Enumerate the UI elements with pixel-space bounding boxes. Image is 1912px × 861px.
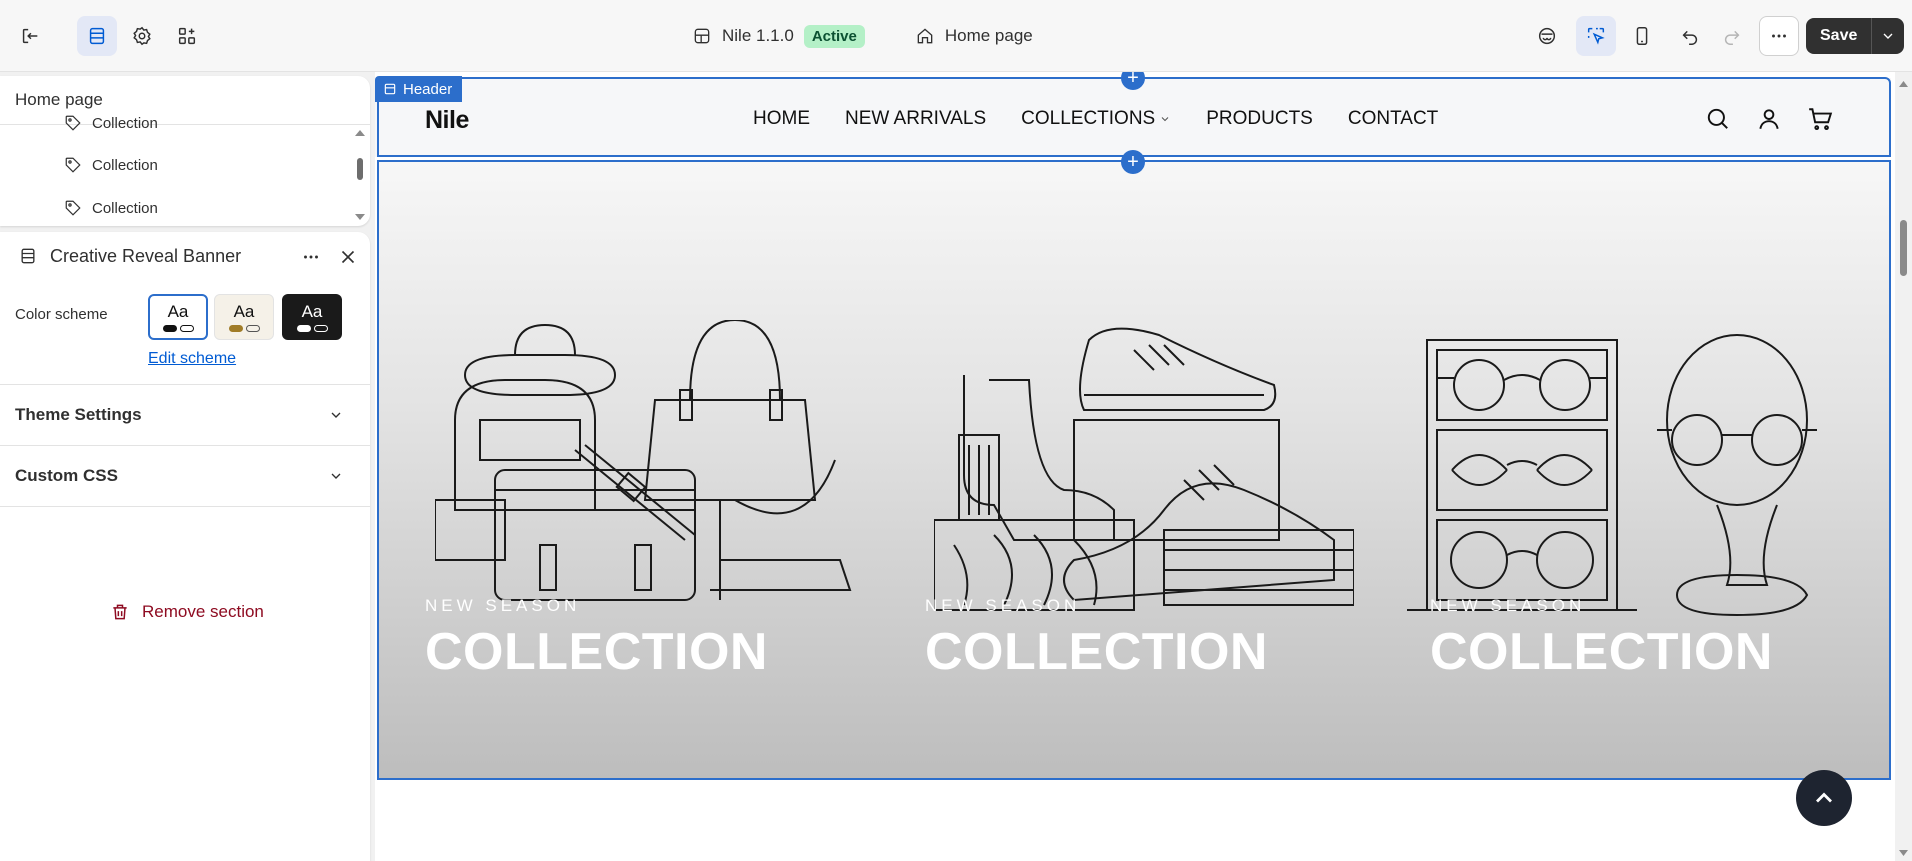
card-eyebrow: NEW SEASON: [1430, 596, 1586, 615]
swatch-label: Aa: [167, 302, 189, 321]
section-settings-panel: Creative Reveal Banner Color scheme Aa A…: [0, 232, 370, 861]
exit-icon: [22, 28, 38, 44]
tag-icon: [65, 115, 81, 131]
more-options-icon[interactable]: [300, 246, 322, 268]
editor-topbar: Nile 1.1.0 Active Home page Save: [0, 0, 1912, 72]
accordion-label: Custom CSS: [15, 466, 118, 485]
cursor-select-icon: [1587, 27, 1605, 45]
divider: [0, 506, 370, 507]
banner-card[interactable]: NEW SEASON COLLECTION: [379, 162, 884, 778]
banner-card[interactable]: NEW SEASON COLLECTION: [1389, 162, 1894, 778]
editor-sidebar: Home page Collection Collection Collecti…: [0, 72, 372, 861]
tree-scrollbar[interactable]: [354, 128, 366, 224]
gear-icon: [133, 26, 151, 46]
store-preview: Nile HOME NEW ARRIVALS COLLECTIONS PRODU…: [375, 72, 1895, 861]
color-scheme-swatch-1[interactable]: Aa: [148, 294, 208, 340]
tree-item-collection[interactable]: Collection: [64, 114, 158, 132]
select-mode-button[interactable]: [1576, 16, 1616, 56]
glasses-illustration: [1407, 334, 1817, 617]
close-icon[interactable]: [337, 246, 359, 268]
save-group: Save: [1806, 18, 1905, 54]
mobile-icon: [1636, 27, 1648, 45]
redo-icon: [1724, 30, 1740, 45]
tag-icon: [65, 157, 81, 173]
color-scheme-label: Color scheme: [15, 306, 108, 323]
redo-button[interactable]: [1712, 16, 1752, 56]
ellipsis-icon: [1772, 34, 1786, 38]
chevron-up-icon: [1816, 792, 1832, 803]
chevron-down-icon: [331, 412, 341, 418]
card-title: COLLECTION: [1430, 623, 1773, 681]
tree-item-label: Collection: [92, 199, 158, 217]
apps-icon: [178, 27, 196, 45]
theme-info: Nile 1.1.0 Active Home page: [692, 20, 1033, 52]
card-title: COLLECTION: [425, 623, 768, 681]
card-eyebrow: NEW SEASON: [425, 596, 581, 615]
banner-card[interactable]: NEW SEASON COLLECTION: [884, 162, 1389, 778]
sections-icon: [89, 27, 105, 45]
chevron-down-icon: [331, 473, 341, 479]
scrollbar-thumb[interactable]: [1900, 220, 1907, 276]
creative-reveal-banner[interactable]: NEW SEASON COLLECTION NEW SEASON COLLECT…: [377, 160, 1891, 780]
tag-icon: [65, 200, 81, 216]
scroll-up-arrow[interactable]: [1895, 78, 1912, 90]
shoes-illustration: [934, 327, 1354, 611]
section-title: Creative Reveal Banner: [50, 246, 242, 266]
header-tag-label: Header: [403, 80, 453, 98]
tree-item-label: Collection: [92, 114, 158, 132]
tree-item-label: Collection: [92, 156, 158, 174]
apps-button[interactable]: [167, 16, 207, 56]
undo-icon: [1682, 30, 1698, 45]
undo-button[interactable]: [1670, 16, 1710, 56]
theme-settings-button[interactable]: [122, 16, 162, 56]
card-eyebrow: NEW SEASON: [925, 596, 1081, 615]
inspector-icon: [1538, 27, 1556, 45]
back-to-top-button[interactable]: [1796, 770, 1852, 826]
section-icon: [384, 83, 396, 95]
card-title: COLLECTION: [925, 623, 1268, 681]
tree-title: Home page: [15, 90, 103, 109]
accordion-label: Theme Settings: [15, 405, 142, 424]
swatch-label: Aa: [233, 302, 255, 321]
preview-scrollbar[interactable]: [1895, 72, 1912, 861]
divider: [0, 124, 370, 125]
accordion-custom-css[interactable]: Custom CSS: [0, 445, 370, 505]
more-actions-button[interactable]: [1759, 16, 1799, 56]
remove-section-button[interactable]: Remove section: [110, 602, 264, 622]
mobile-view-button[interactable]: [1622, 16, 1662, 56]
save-options-button[interactable]: [1872, 18, 1904, 54]
edit-scheme-link[interactable]: Edit scheme: [148, 350, 236, 368]
bags-illustration: [435, 320, 852, 601]
trash-icon: [113, 604, 127, 620]
section-panel-header: Creative Reveal Banner: [0, 232, 370, 278]
color-scheme-swatch-2[interactable]: Aa: [214, 294, 274, 340]
accordion-theme-settings[interactable]: Theme Settings: [0, 384, 370, 444]
chevron-down-icon: [1883, 33, 1893, 39]
section-tree: Home page Collection Collection Collecti…: [0, 76, 370, 226]
header-section-tag[interactable]: Header: [375, 76, 463, 102]
page-selector[interactable]: Home page: [945, 26, 1033, 46]
color-scheme-swatch-3[interactable]: Aa: [282, 294, 342, 340]
theme-icon: [694, 28, 710, 44]
exit-button[interactable]: [10, 16, 50, 56]
inspector-button[interactable]: [1527, 16, 1567, 56]
remove-section-label: Remove section: [142, 602, 264, 621]
theme-name[interactable]: Nile 1.1.0: [722, 26, 794, 46]
swatch-label: Aa: [301, 302, 323, 321]
scroll-down-arrow[interactable]: [1895, 847, 1912, 859]
tree-item-collection[interactable]: Collection: [64, 156, 158, 174]
sections-button[interactable]: [77, 16, 117, 56]
save-button[interactable]: Save: [1806, 18, 1873, 54]
section-icon: [21, 248, 35, 264]
add-section-button[interactable]: +: [1121, 150, 1145, 174]
tree-item-collection[interactable]: Collection: [64, 199, 158, 217]
status-badge: Active: [803, 24, 865, 48]
home-icon: [917, 28, 933, 44]
